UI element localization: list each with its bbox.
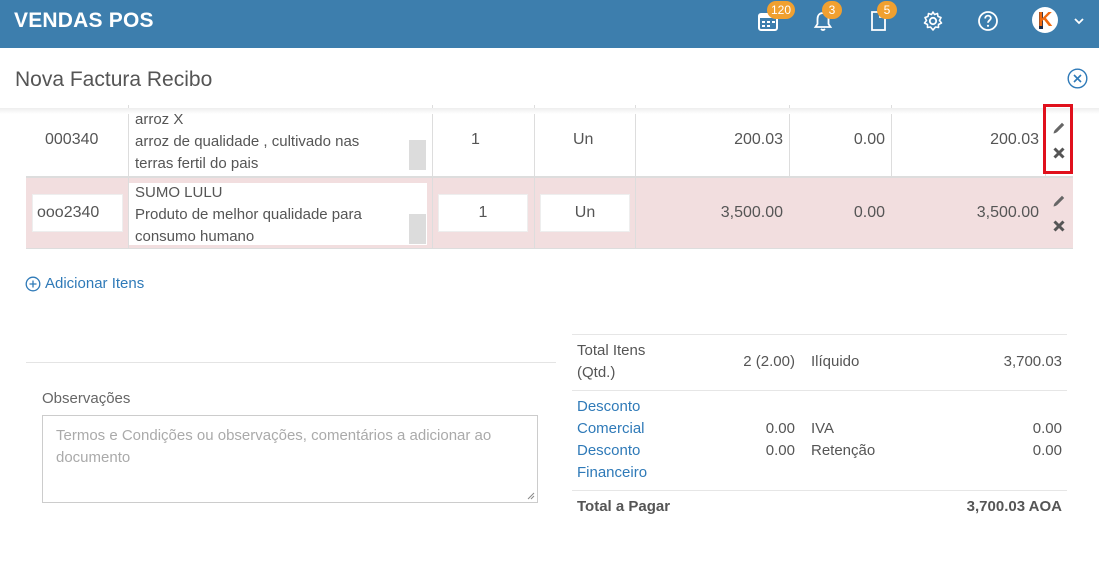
column-divider xyxy=(128,105,129,176)
item-price[interactable]: 200.03 xyxy=(646,131,783,149)
calendar-badge: 120 xyxy=(767,1,796,19)
item-qty[interactable]: 1 xyxy=(471,131,480,149)
commercial-discount-value: 0.00 xyxy=(765,420,795,437)
avatar-logo-icon: K xyxy=(1038,9,1053,31)
commercial-discount-link[interactable]: Desconto xyxy=(577,396,640,418)
page-title: Nova Factura Recibo xyxy=(15,68,213,91)
item-discount[interactable]: 0.00 xyxy=(796,204,885,222)
item-price[interactable]: 3,500.00 xyxy=(646,204,783,222)
item-code-input[interactable]: ooo2340 xyxy=(32,194,123,232)
column-divider xyxy=(635,105,636,176)
column-divider xyxy=(891,105,892,176)
table-row: 000340 arroz X arroz de qualidade , cult… xyxy=(26,105,1073,177)
bell-icon[interactable]: 3 xyxy=(812,1,842,32)
divider xyxy=(572,334,1067,335)
item-total: 3,500.00 xyxy=(976,204,1039,221)
textarea-scrollbar[interactable] xyxy=(409,140,426,170)
close-icon[interactable] xyxy=(1051,218,1073,236)
item-description-line[interactable]: arroz de qualidade , cultivado nas xyxy=(135,131,427,153)
item-name: SUMO LULU xyxy=(135,184,223,201)
avatar[interactable]: K xyxy=(1032,7,1058,33)
total-to-pay-value: 3,700.03 AOA xyxy=(966,498,1062,515)
retention-value: 0.00 xyxy=(1032,442,1062,459)
iliquido-value: 3,700.03 xyxy=(1003,353,1062,370)
top-navbar: VENDAS POS 120 3 5 K xyxy=(0,0,1099,48)
iva-value: 0.00 xyxy=(1032,420,1062,437)
iliquido-label: Ilíquido xyxy=(811,353,860,370)
financial-discount-link[interactable]: Desconto xyxy=(577,440,640,462)
resize-grip-icon[interactable] xyxy=(527,492,535,500)
total-to-pay-label: Total a Pagar xyxy=(577,498,671,515)
notifications-badge: 3 xyxy=(822,1,842,19)
item-description-line[interactable]: consumo humano xyxy=(135,226,427,248)
column-divider xyxy=(534,178,535,248)
item-description-line[interactable]: Produto de melhor qualidade para xyxy=(135,204,427,226)
observations-placeholder: Termos e Condições ou observações, comen… xyxy=(56,427,492,466)
item-qty-input[interactable]: 1 xyxy=(438,194,528,232)
financial-discount-value: 0.00 xyxy=(765,442,795,459)
item-description-line[interactable]: terras fertil do pais xyxy=(135,153,427,175)
help-icon[interactable] xyxy=(977,10,999,32)
close-icon[interactable] xyxy=(1067,68,1088,89)
retention-label: Retenção xyxy=(811,442,876,459)
brand-logo[interactable]: VENDAS POS xyxy=(14,9,154,33)
column-divider xyxy=(432,105,433,176)
column-divider xyxy=(635,178,636,248)
add-items-label[interactable]: Adicionar Itens xyxy=(45,275,144,292)
observations-label: Observações xyxy=(42,390,131,407)
table-row: ooo2340 SUMO LULU Produto de melhor qual… xyxy=(26,177,1073,249)
column-divider xyxy=(432,178,433,248)
item-total: 200.03 xyxy=(990,131,1039,148)
textarea-scrollbar[interactable] xyxy=(409,214,426,244)
highlight-frame xyxy=(1043,104,1073,174)
divider xyxy=(26,362,556,363)
total-items-sublabel: (Qtd.) xyxy=(577,364,616,381)
item-unit-select[interactable]: Un xyxy=(540,194,630,232)
calendar-icon[interactable]: 120 xyxy=(757,1,796,32)
financial-discount-link[interactable]: Financeiro xyxy=(577,462,647,484)
document-icon[interactable]: 5 xyxy=(867,1,897,32)
documents-badge: 5 xyxy=(877,1,897,19)
chevron-down-icon[interactable] xyxy=(1073,14,1085,32)
header-shadow xyxy=(0,108,1099,114)
pencil-icon[interactable] xyxy=(1051,193,1073,211)
item-discount[interactable]: 0.00 xyxy=(796,131,885,149)
total-items-label: Total Itens xyxy=(577,342,646,359)
commercial-discount-link[interactable]: Comercial xyxy=(577,418,645,440)
observations-textarea[interactable]: Termos e Condições ou observações, comen… xyxy=(42,415,538,503)
divider xyxy=(572,390,1067,391)
column-divider xyxy=(789,105,790,176)
column-divider xyxy=(534,105,535,176)
item-unit[interactable]: Un xyxy=(573,131,593,149)
plus-circle-icon xyxy=(25,276,41,292)
item-code[interactable]: 000340 xyxy=(45,131,98,149)
divider xyxy=(572,490,1067,491)
total-items-value: 2 (2.00) xyxy=(743,353,795,370)
gear-icon[interactable] xyxy=(922,10,944,32)
iva-label: IVA xyxy=(811,420,835,437)
